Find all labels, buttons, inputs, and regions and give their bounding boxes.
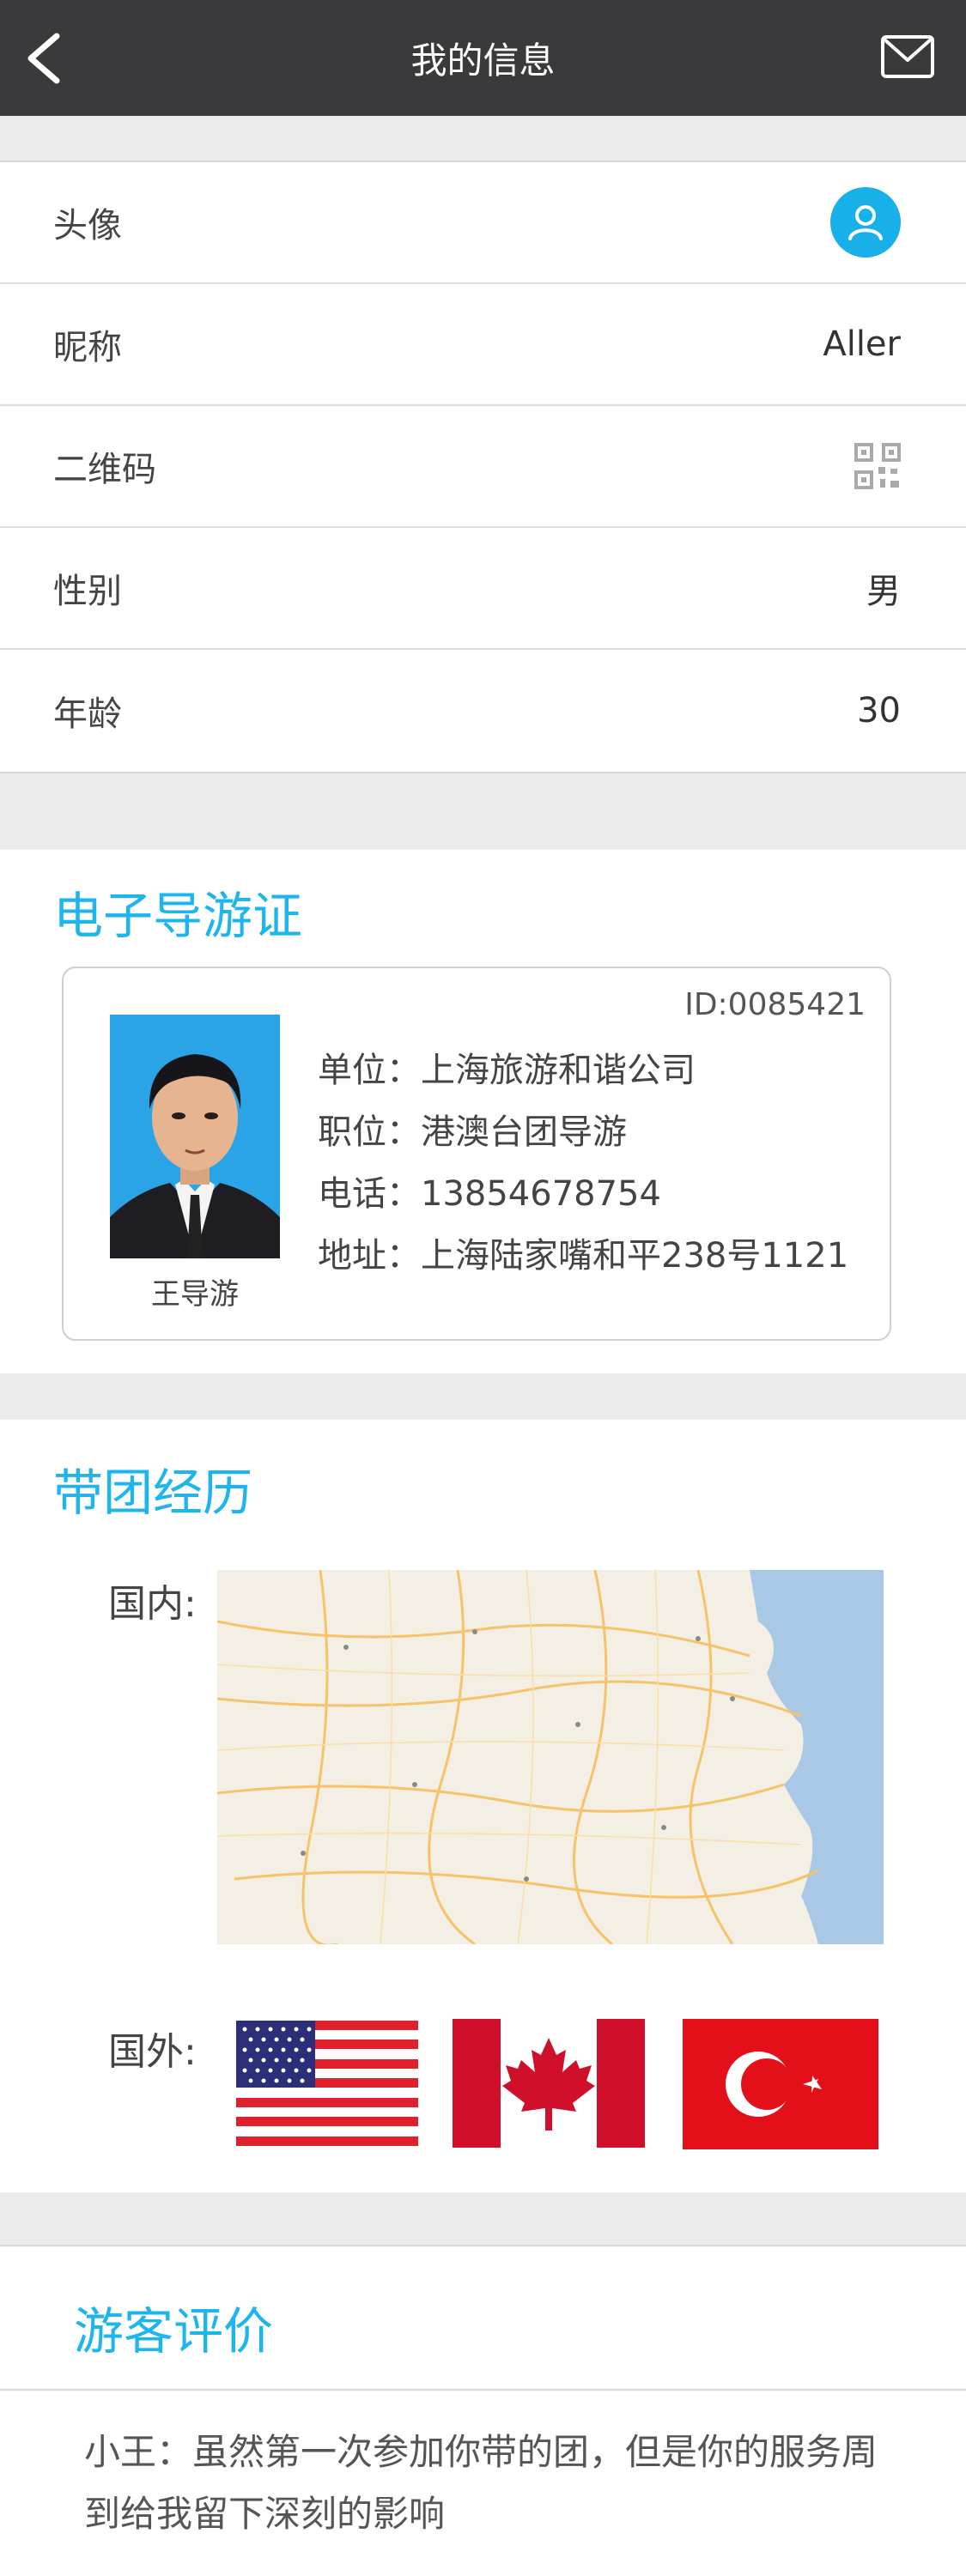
age-value: 30 (857, 691, 901, 730)
license-phone: 电话：13854678754 (318, 1174, 661, 1214)
abroad-label: 国外: (108, 2030, 197, 2074)
guide-name: 王导游 (151, 1277, 239, 1312)
top-bar: 我的信息 (0, 0, 966, 116)
experience-section: 带团经历 国内: 国外: (0, 1420, 966, 2192)
review-text: 小王：虽然第一次参加你带的团，但是你的服务周到给我留下深刻的影响 (84, 2431, 878, 2535)
review-body: 小王：虽然第一次参加你带的团，但是你的服务周到给我留下深刻的影响 (0, 2391, 966, 2576)
canada-flag[interactable] (453, 2019, 645, 2148)
experience-title: 带团经历 (53, 1464, 253, 1522)
guide-license-title: 电子导游证 (53, 887, 303, 945)
guide-license-section: 电子导游证 ID:0085421 王导游 单位：上海旅游和谐公司 职位：港澳台团… (0, 850, 966, 1373)
nickname-row[interactable]: 昵称 Aller (0, 284, 966, 406)
review-header: 游客评价 (0, 2245, 966, 2391)
user-icon (848, 205, 883, 240)
guide-photo (110, 1015, 280, 1258)
qrcode-label: 二维码 (53, 450, 156, 489)
gender-label: 性别 (53, 572, 122, 611)
gender-row[interactable]: 性别 男 (0, 528, 966, 650)
usa-flag[interactable] (236, 2021, 418, 2146)
profile-list: 头像 昵称 Aller 二维码 性别 男 年龄 30 (0, 161, 966, 773)
domestic-label: 国内: (108, 1582, 197, 1626)
page-title: 我的信息 (410, 39, 556, 82)
age-row[interactable]: 年龄 30 (0, 650, 966, 772)
chevron-left-icon[interactable] (19, 31, 70, 86)
domestic-map[interactable] (217, 1570, 884, 1944)
avatar[interactable] (830, 187, 901, 258)
avatar-row[interactable]: 头像 (0, 162, 966, 284)
qrcode-icon[interactable] (854, 443, 901, 489)
mail-icon[interactable] (880, 34, 935, 82)
avatar-label: 头像 (53, 206, 122, 245)
review-title: 游客评价 (74, 2302, 274, 2361)
gender-value: 男 (866, 572, 901, 611)
license-position: 职位：港澳台团导游 (318, 1112, 627, 1152)
nickname-value: Aller (823, 324, 901, 364)
qrcode-row[interactable]: 二维码 (0, 406, 966, 528)
license-unit: 单位：上海旅游和谐公司 (318, 1051, 696, 1090)
license-address: 地址：上海陆家嘴和平238号1121 (318, 1236, 849, 1276)
guide-license-card: ID:0085421 王导游 单位：上海旅游和谐公司 职位：港澳台团导游 电话：… (62, 967, 891, 1341)
turkey-flag[interactable] (683, 2019, 878, 2149)
age-label: 年龄 (53, 694, 122, 734)
nickname-label: 昵称 (53, 328, 122, 367)
license-id: ID:0085421 (684, 987, 866, 1022)
